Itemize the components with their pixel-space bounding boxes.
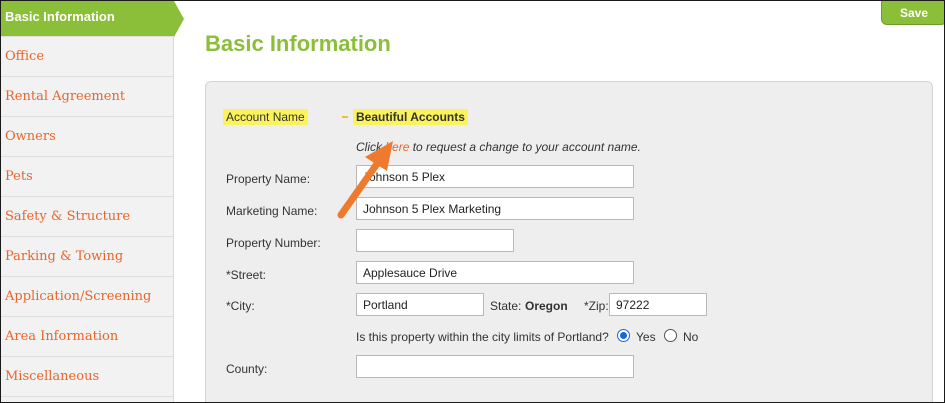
- city-limits-yes-radio[interactable]: [617, 329, 630, 342]
- active-item-pointer: [174, 1, 184, 37]
- sidebar-item-owners[interactable]: Owners: [1, 117, 174, 157]
- street-input[interactable]: [356, 261, 634, 284]
- no-label: No: [683, 330, 699, 344]
- city-limits-question: Is this property within the city limits …: [356, 330, 609, 344]
- note-prefix: Click: [356, 140, 382, 154]
- account-name-label: Account Name: [223, 109, 308, 125]
- marketing-name-input[interactable]: [356, 197, 634, 220]
- note-suffix: to request a change to your account name…: [412, 140, 641, 154]
- sidebar-item-label: Area Information: [5, 329, 119, 344]
- state-value: Oregon: [525, 299, 568, 313]
- save-button[interactable]: Save: [881, 1, 944, 25]
- request-change-link[interactable]: here: [385, 140, 409, 154]
- app-window: Basic Information Office Rental Agreemen…: [0, 0, 945, 403]
- sidebar-item-basic-information[interactable]: Basic Information: [1, 1, 174, 37]
- sidebar-item-area-information[interactable]: Area Information: [1, 317, 174, 357]
- sidebar-item-parking-towing[interactable]: Parking & Towing: [1, 237, 174, 277]
- zip-label: *Zip:: [584, 299, 609, 313]
- city-label: *City:: [226, 299, 255, 313]
- yes-label: Yes: [636, 330, 656, 344]
- marketing-name-label: Marketing Name:: [226, 204, 318, 218]
- sidebar-item-label: Pets: [5, 169, 33, 184]
- property-name-input[interactable]: [356, 165, 634, 188]
- sidebar-item-rental-agreement[interactable]: Rental Agreement: [1, 77, 174, 117]
- sidebar-item-office[interactable]: Office: [1, 37, 174, 77]
- sidebar-item-label: Basic Information: [5, 9, 115, 24]
- sidebar-item-application-screening[interactable]: Application/Screening: [1, 277, 174, 317]
- city-limits-no-radio[interactable]: [664, 329, 677, 342]
- sidebar-item-label: Owners: [5, 129, 56, 144]
- separator-dash: [342, 116, 348, 118]
- sidebar-item-safety-structure[interactable]: Safety & Structure: [1, 197, 174, 237]
- property-number-label: Property Number:: [226, 236, 321, 250]
- sidebar-item-label: Miscellaneous: [5, 369, 100, 384]
- sidebar-nav: Basic Information Office Rental Agreemen…: [1, 1, 174, 402]
- sidebar-item-label: Rental Agreement: [5, 89, 126, 104]
- page-title: Basic Information: [205, 31, 391, 56]
- property-number-input[interactable]: [356, 229, 514, 252]
- property-name-label: Property Name:: [226, 172, 311, 186]
- account-change-note: Click here to request a change to your a…: [356, 140, 641, 154]
- sidebar-item-label: Parking & Towing: [5, 249, 124, 264]
- sidebar-item-pets[interactable]: Pets: [1, 157, 174, 197]
- account-name-value: Beautiful Accounts: [353, 109, 468, 125]
- sidebar-item-miscellaneous[interactable]: Miscellaneous: [1, 357, 174, 397]
- county-input[interactable]: [356, 355, 634, 378]
- city-input[interactable]: [356, 293, 484, 316]
- state-label: State:: [490, 299, 522, 313]
- sidebar-item-label: Office: [5, 49, 45, 64]
- zip-input[interactable]: [609, 293, 707, 316]
- sidebar-item-label: Safety & Structure: [5, 209, 131, 224]
- county-label: County:: [226, 362, 268, 376]
- street-label: *Street:: [226, 268, 267, 282]
- sidebar-item-label: Application/Screening: [5, 289, 152, 304]
